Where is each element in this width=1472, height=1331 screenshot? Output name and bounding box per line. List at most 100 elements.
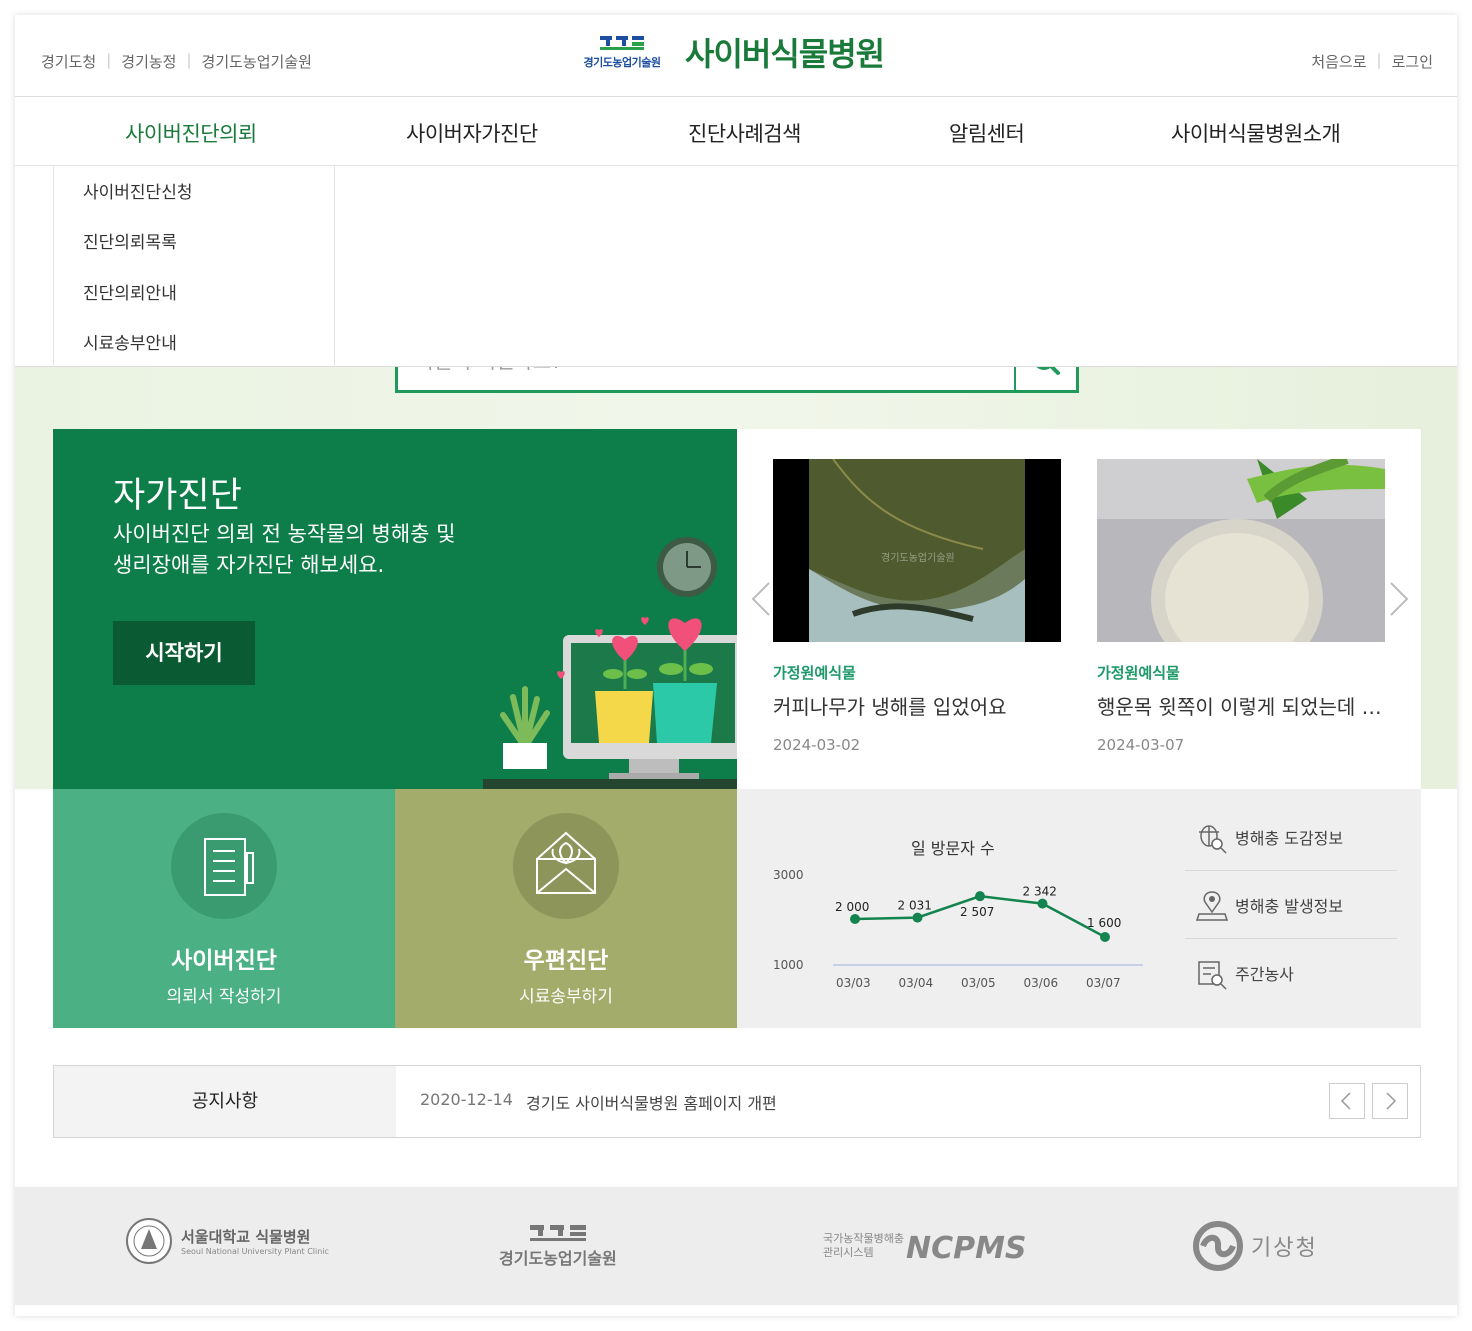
carousel-prev-icon[interactable]: [747, 579, 773, 619]
self-diagnosis-banner: 자가진단 사이버진단 의뢰 전 농작물의 병해충 및 생리장애를 자가진단 해보…: [53, 429, 737, 789]
partner-name: 서울대학교 식물병원: [181, 1228, 311, 1246]
case-photo: [1097, 459, 1385, 642]
gares-logo-icon: [529, 1225, 586, 1241]
case-title[interactable]: 커피나무가 냉해를 입었어요: [773, 691, 1061, 720]
notice-title[interactable]: 경기도 사이버식물병원 홈페이지 개편: [526, 1090, 777, 1114]
case-date: 2024-03-07: [1097, 736, 1185, 754]
submenu-sample-shipping-guide[interactable]: 시료송부안내: [83, 329, 177, 354]
partner-gyeonggi-ares[interactable]: 경기도농업기술원: [499, 1223, 617, 1269]
submenu-diagnosis-apply[interactable]: 사이버진단신청: [83, 178, 192, 203]
quick-link-pest-encyclopedia[interactable]: 병해충 도감정보: [1185, 803, 1397, 871]
photo-watermark: 경기도농업기술원: [881, 553, 955, 564]
data-point: [850, 914, 860, 924]
partner-text: 국가농작물병해충 관리시스템: [823, 1232, 904, 1260]
link-gyeonggi-province[interactable]: 경기도청: [41, 51, 96, 72]
envelope-icon: [536, 831, 596, 894]
nav-about[interactable]: 사이버식물병원소개: [1171, 118, 1341, 148]
separator: |: [1376, 51, 1382, 69]
map-pin-icon: [1195, 890, 1229, 921]
x-tick-label: 03/03: [836, 976, 871, 990]
page-frame: 경기도청 | 경기농정 | 경기도농업기술원 경기도농업기술원 사이버식물병원: [15, 15, 1457, 1316]
data-label: 1 600: [1087, 916, 1121, 930]
x-tick-label: 03/05: [961, 976, 996, 990]
case-date: 2024-03-02: [773, 736, 861, 754]
visitor-line-chart: 3000 1000 2 000 03/03 2 031 03/04 2 507 03/05…: [773, 868, 1143, 990]
quick-link-weekly-farming[interactable]: 주간농사: [1185, 939, 1397, 1007]
case-card[interactable]: 경기도농업기술원 가정원예식물 커피나무가 냉해를 입었어요 2024-03-0…: [773, 459, 1061, 754]
quick-link-label: 병해충 도감정보: [1235, 828, 1344, 848]
util-links: 처음으로 | 로그인: [1311, 51, 1433, 72]
tile-title: 우편진단: [523, 948, 609, 974]
notice-prev-button[interactable]: [1329, 1083, 1365, 1119]
notice-next-button[interactable]: [1372, 1083, 1408, 1119]
chevron-left-icon: [1340, 1092, 1351, 1110]
chart-marks: 2 000 03/03 2 031 03/04 2 507 03/05 2 342 03/06…: [835, 885, 1121, 990]
partner-subname: 관리시스템: [823, 1245, 874, 1259]
data-point: [1100, 932, 1110, 942]
data-point: [912, 912, 923, 923]
case-category: 가정원예식물: [773, 664, 856, 682]
partner-ncpms[interactable]: 국가농작물병해충 관리시스템 NCPMS: [823, 1225, 1027, 1266]
nav-self-diagnosis[interactable]: 사이버자가진단: [406, 118, 538, 148]
submenu-request-list[interactable]: 진단의뢰목록: [83, 228, 177, 253]
self-diagnosis-title: 자가진단: [113, 476, 242, 516]
family-site-links: 경기도청 | 경기농정 | 경기도농업기술원: [41, 51, 312, 72]
snu-emblem-icon: [126, 1218, 172, 1264]
document-icon: [204, 838, 254, 896]
quick-link-pest-occurrence[interactable]: 병해충 발생정보: [1185, 871, 1397, 939]
login-link[interactable]: 로그인: [1392, 51, 1433, 72]
partner-kma[interactable]: 기상청: [1193, 1221, 1318, 1271]
submenu-request-guide[interactable]: 진단의뢰안내: [83, 279, 177, 304]
case-category: 가정원예식물: [1097, 664, 1180, 682]
notice-bar: 공지사항 2020-12-14 경기도 사이버식물병원 홈페이지 개편: [53, 1065, 1421, 1138]
site-logo[interactable]: 경기도농업기술원 사이버식물병원: [572, 29, 886, 75]
y-tick-label: 3000: [773, 868, 804, 882]
site-title: 사이버식물병원: [685, 35, 885, 73]
partner-footer: 서울대학교 식물병원 Seoul National University Pla…: [15, 1187, 1457, 1305]
tile-title: 사이버진단: [171, 948, 277, 974]
main-nav: 사이버진단의뢰 사이버자가진단 진단사례검색 알림센터 사이버식물병원소개: [15, 98, 1457, 166]
separator: |: [106, 51, 112, 69]
chart-title: 일 방문자 수: [911, 839, 995, 858]
data-point: [975, 891, 985, 902]
submenu-column: 사이버진단신청 진단의뢰목록 진단의뢰안내 시료송부안내: [53, 166, 335, 367]
visitor-stats-panel: 일 방문자 수 3000 1000 2 000 03/03 2 031 03/04 2 …: [737, 789, 1421, 1028]
notice-date: 2020-12-14: [420, 1090, 513, 1109]
case-card[interactable]: 가정원예식물 행운목 윗쪽이 이렇게 되었는데 … 2024-03-07: [1097, 459, 1385, 754]
tile-subtitle: 시료송부하기: [519, 987, 613, 1007]
nav-notice-center[interactable]: 알림센터: [949, 118, 1025, 148]
kma-emblem-icon: [1193, 1221, 1243, 1271]
partner-subname: 국가농작물병해충: [823, 1231, 904, 1245]
org-logo-icon: [600, 36, 644, 50]
chevron-right-icon: [1386, 1092, 1397, 1110]
document-icon-circle: [171, 813, 277, 919]
link-gyeonggi-agriculture[interactable]: 경기농정: [121, 51, 176, 72]
case-title[interactable]: 행운목 윗쪽이 이렇게 되었는데 …: [1097, 691, 1385, 720]
link-agri-research-center[interactable]: 경기도농업기술원: [202, 51, 312, 72]
data-point: [1037, 898, 1048, 909]
x-tick-label: 03/06: [1024, 976, 1059, 990]
partner-name: 경기도농업기술원: [499, 1249, 617, 1268]
bug-magnifier-icon: [1199, 824, 1227, 854]
separator: |: [186, 51, 192, 69]
computer-plant-illustration: [483, 537, 737, 789]
case-thumbnail: 경기도농업기술원: [773, 459, 1061, 642]
partner-snu-plant-clinic[interactable]: 서울대학교 식물병원 Seoul National University Pla…: [125, 1217, 329, 1265]
start-self-diagnosis-button[interactable]: 시작하기: [113, 621, 255, 685]
quick-links: 병해충 도감정보 병해충 발생정보 주간농사: [1185, 803, 1397, 1007]
nav-case-search[interactable]: 진단사례검색: [688, 118, 801, 148]
nav-cyber-diagnosis-request[interactable]: 사이버진단의뢰: [125, 118, 257, 148]
x-tick-label: 03/07: [1086, 976, 1121, 990]
home-link[interactable]: 처음으로: [1311, 51, 1366, 72]
calendar-magnifier-icon: [1198, 961, 1227, 990]
carousel-next-icon[interactable]: [1387, 579, 1413, 619]
x-tick-label: 03/04: [899, 976, 934, 990]
top-bar: 경기도청 | 경기농정 | 경기도농업기술원 경기도농업기술원 사이버식물병원: [15, 15, 1457, 97]
y-tick-label: 1000: [773, 958, 804, 972]
cyber-diagnosis-tile[interactable]: 사이버진단 의뢰서 작성하기: [53, 789, 395, 1028]
org-logo: 경기도농업기술원: [572, 34, 672, 70]
partner-text: 서울대학교 식물병원 Seoul National University Pla…: [181, 1226, 329, 1256]
org-name: 경기도농업기술원: [583, 56, 661, 69]
data-label: 2 507: [960, 905, 994, 919]
postal-diagnosis-tile[interactable]: 우편진단 시료송부하기: [395, 789, 737, 1028]
